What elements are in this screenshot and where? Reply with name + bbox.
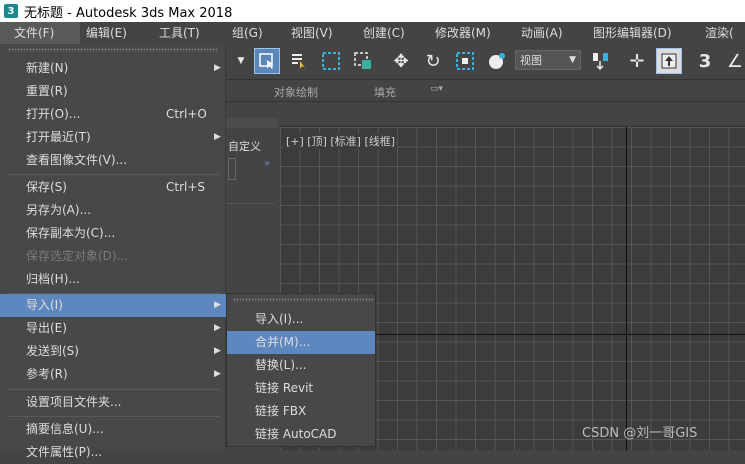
menu-separator	[8, 389, 220, 390]
submenu-item-link-autocad[interactable]: 链接 AutoCAD	[227, 423, 375, 446]
window-title: 无标题 - Autodesk 3ds Max 2018	[24, 5, 233, 21]
panel-divider	[226, 203, 274, 204]
menu-item-archive[interactable]: 归档(H)...	[0, 268, 226, 291]
window-crossing-icon[interactable]	[350, 48, 376, 74]
submenu-arrow-icon: ▶	[214, 369, 221, 379]
menu-item-save[interactable]: 保存(S) Ctrl+S	[0, 176, 226, 199]
menu-item-set-project-folder[interactable]: 设置项目文件夹...	[0, 391, 226, 414]
menu-item-file-properties[interactable]: 文件属性(P)...	[0, 441, 226, 464]
menu-item-export[interactable]: 导出(E) ▶	[0, 317, 226, 340]
menu-separator	[8, 174, 220, 175]
expand-arrows-icon[interactable]: »	[264, 158, 270, 169]
menu-item-open-recent[interactable]: 打开最近(T) ▶	[0, 126, 226, 149]
file-menu: 新建(N) ▶ 重置(R) 打开(O)... Ctrl+O 打开最近(T) ▶ 查看图…	[0, 44, 226, 459]
pivot-center-icon[interactable]	[588, 48, 614, 74]
menu-item-label: 重置(R)	[26, 84, 68, 98]
submenu-arrow-icon: ▶	[214, 300, 221, 310]
menu-item-label: 发送到(S)	[26, 344, 79, 358]
menu-item-label: 保存(S)	[26, 180, 67, 194]
reference-coordinate-dropdown[interactable]: 视图 ▼	[515, 50, 581, 70]
submenu-arrow-icon: ▶	[214, 63, 221, 73]
menu-item-label: 查看图像文件(V)...	[26, 153, 128, 167]
menu-shortcut: Ctrl+S	[166, 180, 206, 194]
ribbon-tab-object-paint[interactable]: 对象绘制	[274, 84, 318, 100]
rotate-icon[interactable]: ↻	[420, 48, 446, 74]
menu-item-label: 打开最近(T)	[26, 130, 91, 144]
submenu-item-import[interactable]: 导入(I)...	[227, 308, 375, 331]
app-icon: 3	[4, 4, 18, 18]
menu-item-reference[interactable]: 参考(R) ▶	[0, 363, 226, 386]
menu-item-label: 另存为(A)...	[26, 203, 92, 217]
submenu-item-link-fbx[interactable]: 链接 FBX	[227, 400, 375, 423]
dropdown-caret-icon[interactable]: ▼	[228, 48, 254, 74]
move-icon[interactable]: ✥	[388, 48, 414, 74]
submenu-arrow-icon: ▶	[214, 132, 221, 142]
ribbon-tab-fill[interactable]: 填充	[374, 84, 396, 100]
menu-shortcut: Ctrl+O	[166, 107, 207, 121]
panel-field[interactable]	[228, 158, 236, 180]
ribbon-options-icon[interactable]: ▭▾	[430, 84, 443, 94]
menu-create[interactable]: 创建(C)	[357, 22, 429, 44]
menu-item-label: 摘要信息(U)...	[26, 422, 104, 436]
menu-item-save-copy[interactable]: 保存副本为(C)...	[0, 222, 226, 245]
scale-icon[interactable]	[452, 48, 478, 74]
title-bar: 3 无标题 - Autodesk 3ds Max 2018	[0, 0, 745, 22]
submenu-item-replace[interactable]: 替换(L)...	[227, 354, 375, 377]
menu-item-send-to[interactable]: 发送到(S) ▶	[0, 340, 226, 363]
menu-item-view-image[interactable]: 查看图像文件(V)...	[0, 149, 226, 172]
menu-rendering[interactable]: 渲染(	[699, 22, 745, 44]
import-submenu: 导入(I)... 合并(M)... 替换(L)... 链接 Revit 链接 F…	[226, 293, 376, 447]
menu-item-save-as[interactable]: 另存为(A)...	[0, 199, 226, 222]
select-by-name-icon[interactable]	[286, 48, 312, 74]
menu-modifiers[interactable]: 修改器(M)	[429, 22, 515, 44]
viewport-label[interactable]: [+] [顶] [标准] [线框]	[284, 133, 398, 149]
reference-coordinate-value: 视图	[520, 54, 542, 67]
select-object-button[interactable]	[254, 48, 280, 74]
menu-item-summary-info[interactable]: 摘要信息(U)...	[0, 418, 226, 441]
viewport-axis-vertical	[626, 127, 627, 451]
menu-graph-editors[interactable]: 图形编辑器(D)	[587, 22, 699, 44]
angle-snap-icon[interactable]: ∠	[722, 48, 745, 74]
menu-tools[interactable]: 工具(T)	[153, 22, 226, 44]
placement-icon[interactable]	[484, 48, 510, 74]
submenu-arrow-icon: ▶	[214, 323, 221, 333]
menu-item-label: 归档(H)...	[26, 272, 80, 286]
menu-edit[interactable]: 编辑(E)	[80, 22, 153, 44]
panel-customize-label[interactable]: 自定义	[228, 138, 261, 154]
submenu-arrow-icon: ▶	[214, 346, 221, 356]
chevron-down-icon: ▼	[569, 55, 576, 65]
watermark: CSDN @刘一哥GIS	[582, 426, 698, 441]
snaps-toggle-icon[interactable]: 3	[692, 48, 718, 74]
menu-item-save-selected: 保存选定对象(D)...	[0, 245, 226, 268]
menu-file[interactable]: 文件(F)	[0, 22, 80, 44]
menu-item-label: 设置项目文件夹...	[26, 395, 122, 409]
menu-item-open[interactable]: 打开(O)... Ctrl+O	[0, 103, 226, 126]
menu-animation[interactable]: 动画(A)	[515, 22, 587, 44]
rect-selection-icon[interactable]	[318, 48, 344, 74]
keyboard-shortcut-override-button[interactable]	[656, 48, 682, 74]
menu-item-label: 打开(O)...	[26, 107, 81, 121]
menu-separator	[8, 416, 220, 417]
panel-header	[226, 118, 278, 128]
menu-item-new[interactable]: 新建(N) ▶	[0, 57, 226, 80]
menu-grip	[8, 48, 218, 52]
menu-item-label: 保存副本为(C)...	[26, 226, 116, 240]
menu-views[interactable]: 视图(V)	[285, 22, 357, 44]
menu-item-label: 导入(I)	[26, 298, 63, 312]
menu-bar: 文件(F) 编辑(E) 工具(T) 组(G) 视图(V) 创建(C) 修改器(M…	[0, 22, 745, 44]
menu-item-label: 新建(N)	[26, 61, 69, 75]
menu-item-reset[interactable]: 重置(R)	[0, 80, 226, 103]
select-and-manipulate-icon[interactable]: ✛	[624, 48, 650, 74]
submenu-item-merge[interactable]: 合并(M)...	[227, 331, 375, 354]
submenu-item-link-revit[interactable]: 链接 Revit	[227, 377, 375, 400]
submenu-grip	[233, 298, 373, 302]
menu-item-label: 保存选定对象(D)...	[26, 249, 129, 263]
menu-group[interactable]: 组(G)	[226, 22, 285, 44]
menu-item-label: 文件属性(P)...	[26, 445, 103, 459]
menu-item-label: 导出(E)	[26, 321, 67, 335]
menu-item-label: 参考(R)	[26, 367, 68, 381]
menu-item-import[interactable]: 导入(I) ▶	[0, 294, 226, 317]
